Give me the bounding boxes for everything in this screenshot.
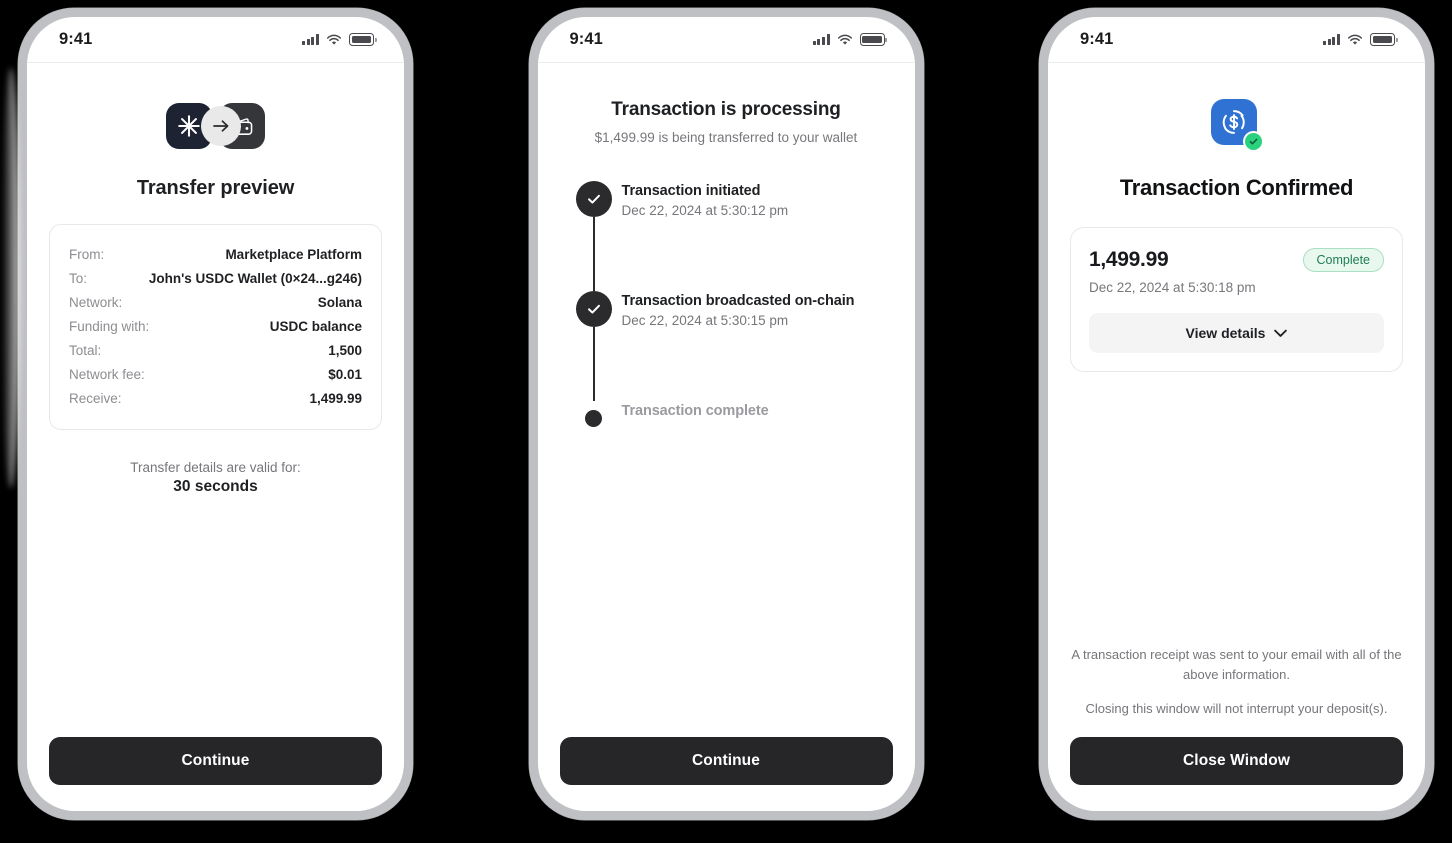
status-badge: Complete — [1302, 248, 1384, 272]
detail-value: 1,500 — [328, 342, 362, 358]
page-subtitle: $1,499.99 is being transferred to your w… — [594, 130, 858, 145]
detail-row: Receive: 1,499.99 — [69, 386, 362, 410]
closing-note: Closing this window will not interrupt y… — [1085, 700, 1388, 716]
detail-label: Network fee: — [69, 366, 145, 382]
phone-shadow — [2, 68, 20, 488]
timeline-connector — [592, 327, 595, 401]
validity-countdown: 30 seconds — [173, 478, 258, 495]
status-bar: 9:41 — [1048, 17, 1425, 63]
status-bar: 9:41 — [537, 17, 915, 63]
timeline-step-title: Transaction complete — [621, 403, 769, 419]
phone-transaction-processing: 9:41 Transaction is processing $1,499.99… — [528, 8, 924, 820]
timeline-step-title: Transaction broadcasted on-chain — [621, 293, 855, 309]
battery-icon — [1370, 33, 1398, 46]
detail-label: Total: — [69, 342, 102, 358]
detail-label: From: — [69, 246, 105, 262]
transfer-details-card: From: Marketplace Platform To: John's US… — [49, 224, 382, 430]
status-bar: 9:41 — [27, 17, 404, 63]
screen-transaction-confirmed: 9:41 Transaction Confirmed 1,499.99 Comp… — [1048, 17, 1425, 811]
phone-transaction-confirmed: 9:41 Transaction Confirmed 1,499.99 Comp… — [1039, 8, 1434, 820]
chevron-down-icon — [1274, 329, 1288, 337]
close-window-button[interactable]: Close Window — [1070, 737, 1403, 785]
phone-transfer-preview: 9:41 Transfer preview From: Marketplace … — [2, 8, 413, 820]
detail-row: From: Marketplace Platform — [69, 242, 362, 266]
battery-icon — [349, 33, 377, 46]
wifi-icon — [1347, 34, 1363, 45]
page-title: Transaction is processing — [611, 99, 841, 120]
view-details-button[interactable]: View details — [1089, 313, 1384, 353]
validity-label: Transfer details are valid for: — [130, 460, 301, 475]
detail-label: Receive: — [69, 390, 122, 406]
timeline-step-title: Transaction initiated — [621, 183, 761, 199]
timeline-step: Transaction initiated Dec 22, 2024 at 5:… — [566, 181, 893, 291]
page-title: Transfer preview — [136, 177, 295, 199]
timeline-step-text: Transaction initiated Dec 22, 2024 at 5:… — [622, 181, 789, 291]
detail-value: 1,499.99 — [309, 390, 362, 406]
status-icons — [1323, 33, 1398, 46]
transaction-amount: 1,499.99 — [1089, 248, 1169, 271]
screen3-footer: A transaction receipt was sent to your e… — [1048, 645, 1425, 811]
timeline-step-time: Dec 22, 2024 at 5:30:12 pm — [621, 203, 789, 218]
status-time: 9:41 — [569, 30, 603, 48]
transaction-header: 1,499.99 Complete — [1089, 248, 1384, 272]
check-circle-icon — [1242, 131, 1264, 152]
detail-value: Solana — [317, 294, 362, 310]
detail-row: Funding with: USDC balance — [69, 314, 362, 338]
arrow-right-icon — [201, 106, 241, 146]
detail-label: Funding with: — [69, 318, 150, 334]
validity-notice: Transfer details are valid for: 30 secon… — [49, 460, 382, 496]
status-icons — [302, 33, 377, 46]
detail-value: John's USDC Wallet (0×24...g246) — [148, 270, 362, 286]
wifi-icon — [326, 34, 342, 45]
view-details-label: View details — [1185, 325, 1266, 341]
timeline-step-time: Dec 22, 2024 at 5:30:15 pm — [621, 313, 789, 328]
timeline-marker — [566, 401, 622, 433]
timeline-step: Transaction broadcasted on-chain Dec 22,… — [566, 291, 893, 401]
screen2-footer: Continue — [538, 737, 915, 811]
status-time: 9:41 — [59, 30, 93, 48]
signal-icon — [302, 34, 319, 45]
timeline-marker — [566, 181, 622, 291]
check-icon — [575, 291, 612, 327]
continue-button[interactable]: Continue — [49, 737, 382, 785]
timeline-connector — [592, 217, 595, 291]
screen-transfer-preview: 9:41 Transfer preview From: Marketplace … — [27, 17, 404, 811]
signal-icon — [1323, 34, 1340, 45]
detail-value: Marketplace Platform — [225, 246, 362, 262]
confirmation-icon-wrap — [1070, 99, 1403, 152]
transfer-icon-row — [49, 103, 382, 149]
detail-label: Network: — [69, 294, 123, 310]
screen1-footer: Continue — [27, 737, 404, 811]
detail-row: Network fee: $0.01 — [69, 362, 362, 386]
detail-row: To: John's USDC Wallet (0×24...g246) — [69, 266, 362, 290]
status-time: 9:41 — [1080, 30, 1114, 48]
transaction-timeline: Transaction initiated Dec 22, 2024 at 5:… — [560, 181, 893, 433]
timeline-step: Transaction complete — [566, 401, 893, 433]
timeline-step-text: Transaction complete — [622, 401, 769, 433]
check-icon — [575, 181, 612, 217]
transaction-summary-card: 1,499.99 Complete Dec 22, 2024 at 5:30:1… — [1070, 227, 1403, 372]
timeline-step-text: Transaction broadcasted on-chain Dec 22,… — [622, 291, 855, 401]
detail-value: USDC balance — [269, 318, 362, 334]
screen3-body: Transaction Confirmed 1,499.99 Complete … — [1048, 63, 1425, 645]
detail-row: Network: Solana — [69, 290, 362, 314]
screen-transaction-processing: 9:41 Transaction is processing $1,499.99… — [537, 17, 915, 811]
receipt-note: A transaction receipt was sent to your e… — [1071, 646, 1402, 682]
detail-row: Total: 1,500 — [69, 338, 362, 362]
status-icons — [812, 33, 887, 46]
screen1-body: Transfer preview From: Marketplace Platf… — [27, 63, 404, 737]
pending-dot-icon — [585, 410, 602, 427]
continue-button[interactable]: Continue — [559, 737, 893, 785]
detail-label: To: — [69, 270, 88, 286]
page-title: Transaction Confirmed — [1119, 175, 1354, 200]
screen2-body: Transaction is processing $1,499.99 is b… — [538, 63, 915, 737]
wifi-icon — [837, 34, 852, 45]
signal-icon — [812, 34, 830, 45]
detail-value: $0.01 — [328, 366, 362, 382]
timeline-marker — [566, 291, 622, 401]
transaction-date: Dec 22, 2024 at 5:30:18 pm — [1089, 280, 1256, 295]
screens-stage: 9:41 Transfer preview From: Marketplace … — [0, 0, 1452, 843]
usdc-coin-icon — [1210, 99, 1264, 152]
battery-icon — [859, 33, 887, 46]
